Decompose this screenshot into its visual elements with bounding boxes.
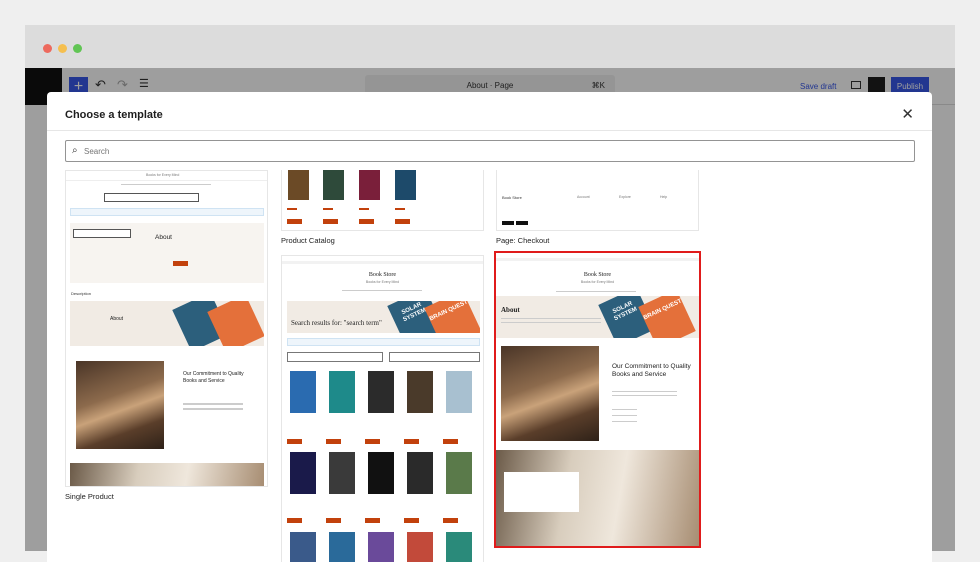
template-card-product-catalog[interactable] <box>281 170 484 231</box>
preview-hero: About SOLAR SYSTEM BRAIN QUEST <box>496 296 699 338</box>
preview-tagline: Books for Every Mind <box>365 280 400 284</box>
preview-brand: Book Store <box>502 195 522 200</box>
template-card-search-results[interactable]: Book Store Books for Every Mind Search r… <box>281 255 484 562</box>
minimize-window-dot[interactable] <box>58 44 67 53</box>
preview-photo <box>76 361 164 449</box>
preview-nav <box>121 184 211 185</box>
close-icon[interactable]: ✕ <box>901 105 914 123</box>
preview-nav <box>342 290 422 291</box>
maximize-window-dot[interactable] <box>73 44 82 53</box>
preview-topbar <box>282 261 483 264</box>
preview-section-label: Description <box>71 291 92 296</box>
modal-title: Choose a template <box>65 109 163 121</box>
preview-tagline: Books for Every Mind <box>580 280 615 284</box>
preview-col: Help <box>660 195 668 199</box>
template-search[interactable]: ⌕ <box>65 140 915 162</box>
preview-subheading: Our Commitment to Quality Books and Serv… <box>612 363 691 378</box>
preview-photo <box>496 450 699 546</box>
preview-heading: About <box>501 306 520 314</box>
choose-template-modal: Choose a template ✕ ⌕ Books for Every Mi… <box>47 92 932 562</box>
preview-list <box>612 409 637 410</box>
template-card-single-product[interactable]: Books for Every Mind About Description A… <box>65 170 268 487</box>
preview-heading: About <box>155 234 172 241</box>
template-name: Page: Checkout <box>496 236 550 245</box>
preview-text <box>501 322 601 323</box>
preview-notice <box>287 338 480 346</box>
preview-nav <box>556 291 636 292</box>
preview-hero: Search results for: "search term" SOLAR … <box>287 301 480 333</box>
preview-brand: Book Store <box>368 272 397 278</box>
preview-photo <box>70 463 264 486</box>
template-name: Single Product <box>65 492 114 501</box>
preview-product: About <box>70 223 264 283</box>
preview-textbox <box>104 193 199 202</box>
preview-hero: About <box>70 301 264 346</box>
window-titlebar <box>25 25 955 68</box>
search-input[interactable] <box>84 144 884 158</box>
preview-text <box>501 318 601 319</box>
close-window-dot[interactable] <box>43 44 52 53</box>
preview-col: Explore <box>619 195 631 199</box>
preview-subheading: Our Commitment to Quality Books and Serv… <box>183 371 244 384</box>
divider <box>66 180 267 181</box>
preview-text <box>612 391 677 392</box>
template-card-checkout[interactable]: Book Store Account Explore Help <box>496 170 699 231</box>
preview-photo <box>501 346 599 441</box>
template-name: Product Catalog <box>281 236 335 245</box>
preview-tagline: Books for Every Mind <box>146 173 180 177</box>
preview-hero-heading: About <box>110 316 124 322</box>
preview-col: Account <box>577 195 590 199</box>
preview-brand: Book Store <box>583 272 612 278</box>
search-icon: ⌕ <box>72 145 78 156</box>
modal-header: Choose a template ✕ <box>47 92 932 131</box>
preview-text <box>183 403 243 405</box>
preview-list <box>612 415 637 416</box>
preview-text <box>612 395 677 396</box>
template-card-about-selected[interactable]: Book Store Books for Every Mind About SO… <box>494 251 701 548</box>
preview-list <box>612 421 637 422</box>
preview-text <box>183 408 243 410</box>
preview-heading: Search results for: "search term" <box>291 319 382 327</box>
preview-notice <box>70 208 264 216</box>
preview-topbar <box>496 258 699 261</box>
